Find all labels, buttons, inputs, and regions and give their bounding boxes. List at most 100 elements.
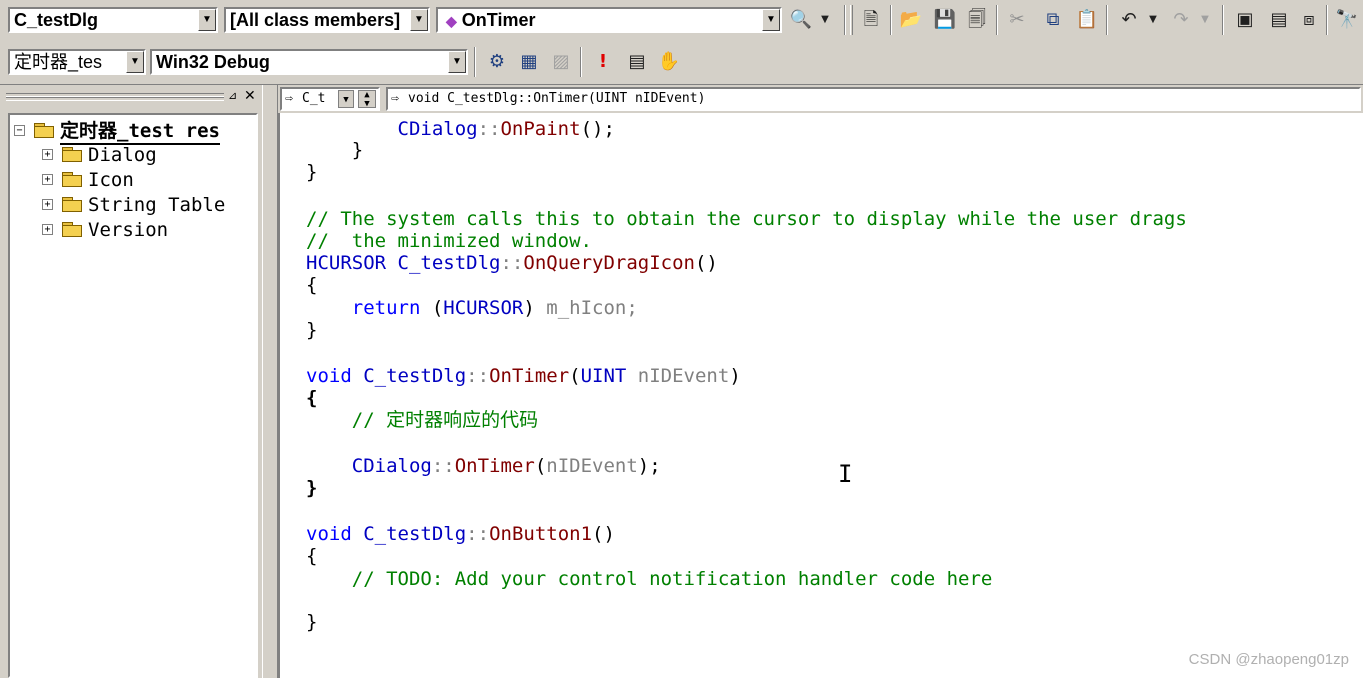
tree-item-label: Dialog xyxy=(88,144,157,166)
code-line: { xyxy=(306,387,318,409)
build-icon[interactable]: ▦ xyxy=(516,49,542,75)
stop-build-icon[interactable]: ▨ xyxy=(548,49,574,75)
go-icon[interactable]: ▤ xyxy=(624,49,650,75)
toolbar-separator xyxy=(474,47,476,77)
workspace-icon[interactable]: ▣ xyxy=(1232,7,1258,33)
insert-breakpoint-icon[interactable]: ✋ xyxy=(656,49,682,75)
header-grip-line xyxy=(6,97,224,101)
wizard-dropdown-icon[interactable]: ▼ xyxy=(812,7,838,33)
resource-tree: − 定时器_test res + Dialog + Icon + String … xyxy=(8,113,258,678)
code-line: CDialog::OnPaint(); xyxy=(397,118,615,140)
member-function-icon: ◆ xyxy=(446,13,457,29)
watermark: CSDN @zhaopeng01zp xyxy=(1188,651,1349,668)
toolbar-separator xyxy=(1222,5,1224,35)
toolbar-separator xyxy=(996,5,998,35)
filter-combo[interactable]: [All class members] ▼ xyxy=(224,7,430,33)
config-combo-value: Win32 Debug xyxy=(156,52,270,72)
expand-icon[interactable]: + xyxy=(42,174,53,185)
tree-root-label: 定时器_test res xyxy=(60,119,220,145)
code-line: } xyxy=(351,139,364,161)
member-arrow-icon: ⇨ xyxy=(391,91,399,106)
text-cursor-icon: I xyxy=(838,460,853,488)
open-folder-icon xyxy=(34,123,54,138)
undo-icon[interactable]: ↶ xyxy=(1116,7,1142,33)
chevron-down-icon[interactable]: ▼ xyxy=(448,51,466,73)
code-line: { xyxy=(306,545,318,567)
panel-splitter[interactable] xyxy=(262,85,278,678)
scope-combo[interactable]: ⇨ C_t ▼ ▲ ▼ xyxy=(280,87,380,111)
redo-icon[interactable]: ↷ xyxy=(1168,7,1194,33)
workspace-panel: ⊿ ✕ − 定时器_test res + Dialog + Icon + Str… xyxy=(0,85,262,678)
redo-dropdown-icon[interactable]: ▼ xyxy=(1192,7,1218,33)
code-comment: // The system calls this to obtain the c… xyxy=(306,208,1187,230)
config-combo[interactable]: Win32 Debug ▼ xyxy=(150,49,468,75)
find-in-files-icon[interactable]: 🔭 xyxy=(1334,7,1360,33)
code-line: { xyxy=(306,274,318,296)
expand-icon[interactable]: + xyxy=(42,199,53,210)
tree-item-label: Icon xyxy=(88,169,134,191)
tree-item-label: String Table xyxy=(88,194,226,216)
code-line: HCURSOR C_testDlg::OnQueryDragIcon() xyxy=(306,252,718,274)
project-combo[interactable]: 定时器_tes ▼ xyxy=(8,49,146,75)
toolbar-separator xyxy=(1106,5,1108,35)
code-comment: // the minimized window. xyxy=(306,230,592,252)
copy-icon[interactable]: ⧉ xyxy=(1040,7,1066,33)
execute-icon[interactable]: ! xyxy=(590,49,616,75)
toolbar-separator xyxy=(580,47,582,77)
code-line: } xyxy=(306,477,318,499)
function-combo-value: void C_testDlg::OnTimer(UINT nIDEvent) xyxy=(408,91,706,106)
function-combo[interactable]: ⇨ void C_testDlg::OnTimer(UINT nIDEvent) xyxy=(386,87,1361,111)
code-line: } xyxy=(306,611,318,633)
new-text-file-icon[interactable]: 🗎 xyxy=(858,7,884,33)
code-line: void C_testDlg::OnTimer(UINT nIDEvent) xyxy=(306,365,741,387)
maximize-panel-icon[interactable]: ⊿ xyxy=(228,89,237,102)
paste-icon[interactable]: 📋 xyxy=(1074,7,1100,33)
member-arrow-icon: ⇨ xyxy=(285,91,293,106)
code-line: void C_testDlg::OnButton1() xyxy=(306,523,615,545)
code-line: return (HCURSOR) m_hIcon; xyxy=(351,297,638,319)
code-line: CDialog::OnTimer(nIDEvent); xyxy=(351,455,661,477)
scope-combo-value: C_t xyxy=(302,91,326,106)
toolbar-grip xyxy=(850,5,853,35)
expand-icon[interactable]: + xyxy=(42,149,53,160)
chevron-down-icon[interactable]: ▼ xyxy=(410,9,428,31)
tree-item-label: Version xyxy=(88,219,169,241)
output-icon[interactable]: ▤ xyxy=(1266,7,1292,33)
undo-dropdown-icon[interactable]: ▼ xyxy=(1140,7,1166,33)
tree-root[interactable]: − 定时器_test res xyxy=(10,119,256,145)
wizard-bar: ⇨ C_t ▼ ▲ ▼ ⇨ void C_testDlg::OnTimer(UIN… xyxy=(278,85,1363,113)
code-comment: // TODO: Add your control notification h… xyxy=(351,568,993,590)
code-editor[interactable]: CDialog::OnPaint(); } } // The system ca… xyxy=(278,113,1363,678)
toolbar-separator xyxy=(1326,5,1328,35)
workspace-header: ⊿ ✕ xyxy=(6,87,258,107)
collapse-icon[interactable]: − xyxy=(14,125,25,136)
member-combo-value: OnTimer xyxy=(461,10,536,30)
toolbar-separator xyxy=(890,5,892,35)
expand-icon[interactable]: + xyxy=(42,224,53,235)
cut-icon[interactable]: ✂ xyxy=(1004,7,1030,33)
build-toolbar: 定时器_tes ▼ Win32 Debug ▼ ⚙ ▦ ▨ ! ▤ ✋ xyxy=(0,40,1363,85)
member-combo[interactable]: ◆ OnTimer ▼ xyxy=(436,7,782,33)
chevron-down-icon[interactable]: ▼ xyxy=(762,9,780,31)
project-combo-value: 定时器_tes xyxy=(14,52,103,72)
toolbar-separator xyxy=(844,5,846,35)
filter-combo-value: [All class members] xyxy=(230,10,401,30)
save-all-icon[interactable]: 🗐 xyxy=(964,7,990,33)
save-icon[interactable]: 💾 xyxy=(932,7,958,33)
chevron-down-icon[interactable]: ▼ xyxy=(338,90,354,108)
folder-icon xyxy=(62,172,82,187)
close-icon[interactable]: ✕ xyxy=(244,87,256,104)
compile-icon[interactable]: ⚙ xyxy=(484,49,510,75)
wizard-search-icon[interactable]: 🔍 xyxy=(788,7,814,33)
class-combo-value: C_testDlg xyxy=(14,10,99,30)
window-list-icon[interactable]: ⧈ xyxy=(1296,7,1322,33)
chevron-down-icon[interactable]: ▼ xyxy=(126,51,144,73)
code-line: } xyxy=(306,319,318,341)
spin-icon[interactable]: ▲ ▼ xyxy=(358,90,376,109)
code-line: } xyxy=(306,161,318,183)
folder-icon xyxy=(62,197,82,212)
class-combo[interactable]: C_testDlg ▼ xyxy=(8,7,218,33)
code-comment: // 定时器响应的代码 xyxy=(351,409,539,431)
chevron-down-icon[interactable]: ▼ xyxy=(198,9,216,31)
open-folder-icon[interactable]: 📂 xyxy=(898,7,924,33)
